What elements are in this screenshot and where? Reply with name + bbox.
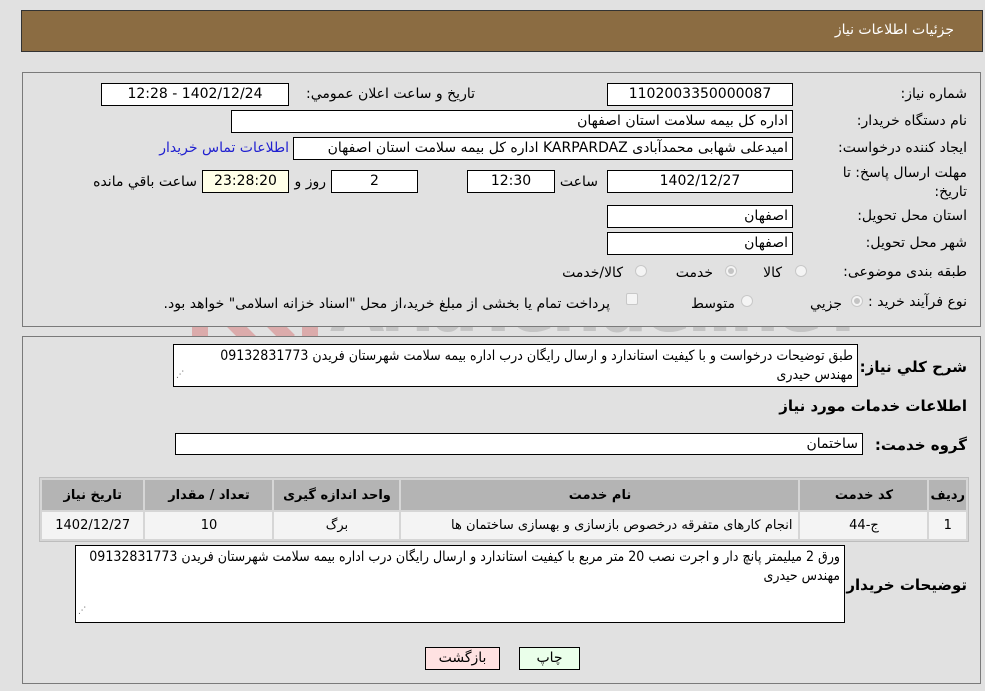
days-label: روز و	[294, 174, 327, 190]
print-button[interactable]: چاپ	[519, 647, 580, 670]
remaining-label: ساعت باقي مانده	[93, 174, 197, 190]
announce-datetime-label: تاریخ و ساعت اعلان عمومي:	[306, 86, 475, 102]
treasury-note: پرداخت تمام یا بخشی از مبلغ خرید،از محل …	[163, 296, 610, 312]
category-option-goods: کالا	[763, 265, 782, 281]
col-name: نام خدمت	[401, 480, 799, 510]
purchase-type-label: نوع فرآیند خرید :	[868, 294, 967, 310]
cell-row: 1	[929, 512, 966, 539]
col-date: تاریخ نیاز	[42, 480, 144, 510]
buyer-notes-text: ورق 2 میلیمتر پانچ دار و اجرت نصب 20 متر…	[89, 549, 840, 584]
page-header: جزئیات اطلاعات نیاز	[21, 10, 983, 52]
col-code: کد خدمت	[800, 480, 928, 510]
need-description-label: شرح کلي نیاز:	[859, 358, 967, 376]
need-number-label: شماره نیاز:	[900, 86, 968, 102]
services-table-header: ردیف کد خدمت نام خدمت واحد اندازه گیری ت…	[42, 480, 966, 510]
deadline-time-label: ساعت	[559, 174, 598, 190]
purchase-option-minor: جزيي	[810, 296, 842, 312]
service-group-label: گروه خدمت:	[874, 436, 967, 454]
category-radio-goods-service[interactable]	[635, 265, 647, 277]
deadline-time-field: 12:30	[467, 170, 555, 193]
category-label: طبقه بندی موضوعی:	[843, 264, 967, 280]
table-row: 1 ج-44 انجام کارهای متفرقه درخصوص بازساز…	[42, 512, 966, 539]
buyer-contact-link[interactable]: اطلاعات تماس خریدار	[159, 140, 289, 156]
cell-name: انجام کارهای متفرقه درخصوص بازسازی و بهس…	[401, 512, 799, 539]
delivery-city-field: اصفهان	[607, 232, 793, 255]
requester-label: ایجاد کننده درخواست:	[838, 140, 967, 156]
cell-qty: 10	[145, 512, 273, 539]
buyer-org-label: نام دستگاه خریدار:	[856, 113, 967, 129]
purchase-option-medium: متوسط	[691, 296, 735, 312]
remaining-time-field: 23:28:20	[202, 170, 289, 193]
delivery-city-label: شهر محل تحویل:	[865, 235, 967, 251]
category-radio-service[interactable]	[725, 265, 737, 277]
category-option-service: خدمت	[675, 265, 713, 281]
need-description-textarea[interactable]: طبق توضیحات درخواست و با کیفیت استاندارد…	[173, 344, 858, 387]
buyer-notes-textarea[interactable]: ورق 2 میلیمتر پانچ دار و اجرت نصب 20 متر…	[75, 545, 845, 623]
col-row: ردیف	[929, 480, 966, 510]
purchase-radio-medium[interactable]	[741, 295, 753, 307]
services-table: ردیف کد خدمت نام خدمت واحد اندازه گیری ت…	[39, 477, 969, 542]
cell-unit: برگ	[274, 512, 400, 539]
service-group-field: ساختمان	[175, 433, 863, 455]
deadline-label: مهلت ارسال پاسخ: تا تاریخ:	[842, 165, 967, 200]
need-description-text: طبق توضیحات درخواست و با کیفیت استاندارد…	[220, 348, 853, 383]
delivery-province-field: اصفهان	[607, 205, 793, 228]
remaining-days-field: 2	[331, 170, 418, 193]
resize-grip-icon[interactable]: ⋰	[176, 366, 184, 385]
delivery-province-label: استان محل تحویل:	[857, 208, 967, 224]
need-number-field: 1102003350000087	[607, 83, 793, 106]
cell-code: ج-44	[800, 512, 928, 539]
back-button[interactable]: بازگشت	[425, 647, 500, 670]
treasury-checkbox[interactable]	[626, 293, 638, 305]
deadline-date-field: 1402/12/27	[607, 170, 793, 193]
buyer-notes-label: توضیحات خریدار:	[840, 576, 967, 594]
services-section-title: اطلاعات خدمات مورد نیاز	[779, 397, 967, 415]
category-option-goods-service: کالا/خدمت	[562, 265, 623, 281]
col-qty: تعداد / مقدار	[145, 480, 273, 510]
requester-field: امیدعلی شهابی محمدآبادی KARPARDAZ اداره …	[293, 137, 793, 160]
purchase-radio-minor[interactable]	[851, 295, 863, 307]
category-radio-goods[interactable]	[795, 265, 807, 277]
resize-grip-icon[interactable]: ⋰	[78, 602, 86, 621]
buyer-org-field: اداره کل بیمه سلامت استان اصفهان	[231, 110, 793, 133]
col-unit: واحد اندازه گیری	[274, 480, 400, 510]
announce-datetime-field: 1402/12/24 - 12:28	[101, 83, 289, 106]
page-title: جزئیات اطلاعات نیاز	[834, 22, 954, 38]
cell-date: 1402/12/27	[42, 512, 144, 539]
